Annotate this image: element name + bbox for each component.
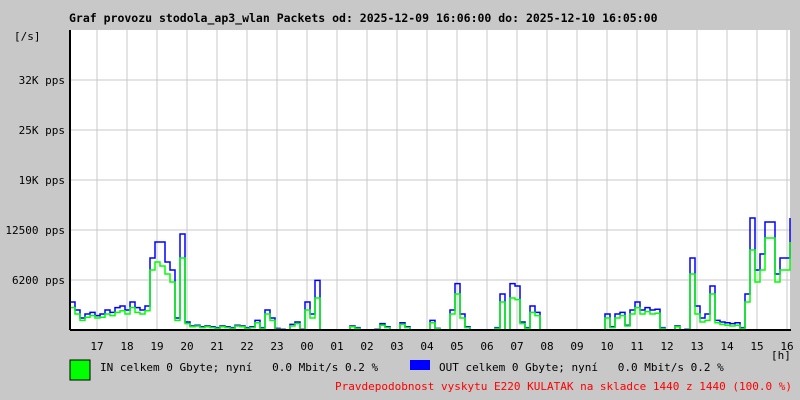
x-tick-label: 03	[390, 340, 403, 353]
x-tick-label: 07	[510, 340, 523, 353]
x-tick-label: 04	[420, 340, 434, 353]
footer-note: Pravdepodobnost vyskytu E220 KULATAK na …	[335, 380, 792, 393]
x-tick-label: 21	[210, 340, 223, 353]
x-tick-label: 09	[570, 340, 583, 353]
x-tick-label: 02	[360, 340, 373, 353]
x-tick-label: 00	[300, 340, 313, 353]
y-tick-label: 6200 pps	[12, 274, 65, 287]
x-tick-label: 19	[150, 340, 163, 353]
chart-title: Graf provozu stodola_ap3_wlan Packets od…	[69, 11, 658, 26]
x-tick-label: 17	[90, 340, 103, 353]
x-tick-label: 12	[660, 340, 673, 353]
x-tick-label: 23	[270, 340, 283, 353]
legend-in-swatch	[69, 359, 91, 381]
x-tick-label: 01	[330, 340, 343, 353]
x-tick-label: 06	[480, 340, 493, 353]
y-tick-label: 19K pps	[19, 174, 65, 187]
y-tick-label: 32K pps	[19, 74, 65, 87]
traffic-chart: Graf provozu stodola_ap3_wlan Packets od…	[0, 0, 800, 400]
legend-out-text: OUT celkem 0 Gbyte; nyní 0.0 Mbit/s 0.2 …	[439, 361, 724, 374]
x-tick-label: 22	[240, 340, 253, 353]
y-tick-label: 25K pps	[19, 124, 65, 137]
x-tick-label: 05	[450, 340, 463, 353]
x-tick-label: 15	[750, 340, 763, 353]
x-tick-label: 13	[690, 340, 703, 353]
legend-out-swatch	[410, 360, 430, 370]
x-tick-label: 11	[630, 340, 643, 353]
y-unit-label: [/s]	[14, 30, 41, 43]
x-tick-label: 14	[720, 340, 734, 353]
legend-in-text: IN celkem 0 Gbyte; nyní 0.0 Mbit/s 0.2 %	[100, 361, 379, 374]
x-tick-label: 08	[540, 340, 553, 353]
x-tick-label: 20	[180, 340, 193, 353]
x-unit-label: [h]	[771, 349, 791, 362]
x-tick-label: 10	[600, 340, 613, 353]
x-tick-label: 18	[120, 340, 133, 353]
y-tick-label: 12500 pps	[5, 224, 65, 237]
